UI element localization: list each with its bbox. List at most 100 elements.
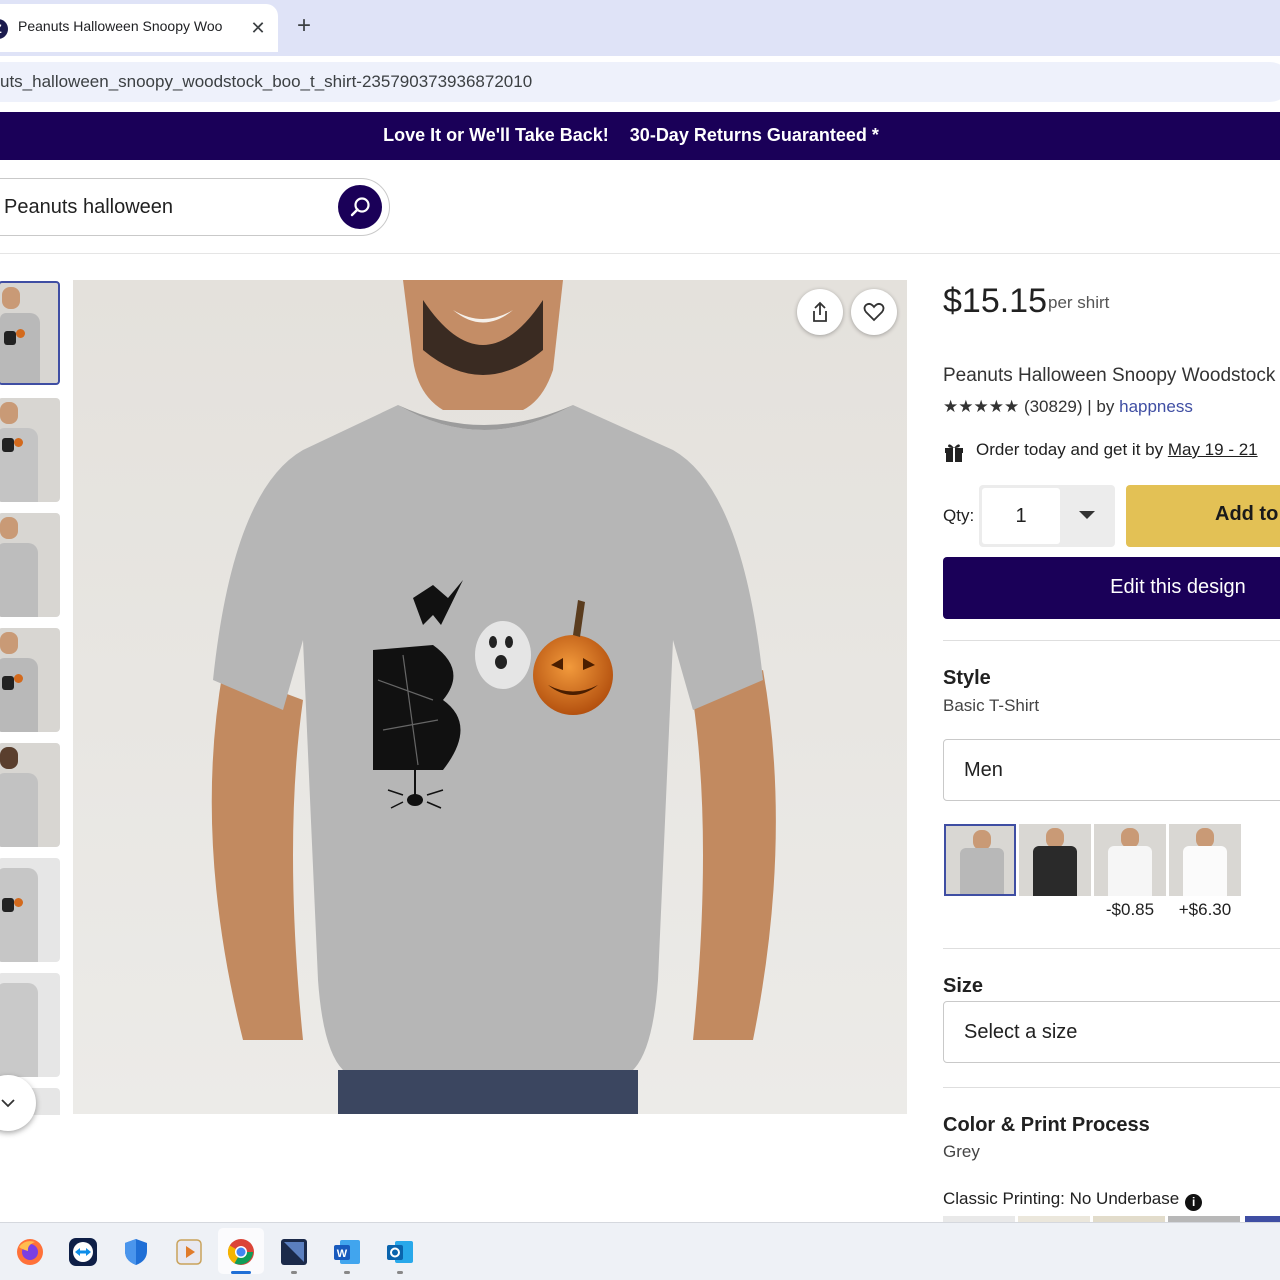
- delivery-date[interactable]: May 19 - 21: [1168, 440, 1258, 459]
- close-tab-icon[interactable]: ✕: [246, 16, 270, 40]
- thumbnail-couple[interactable]: [0, 398, 60, 502]
- thumb-print: [2, 438, 14, 452]
- quantity-select[interactable]: 1: [979, 485, 1115, 547]
- teamviewer-icon[interactable]: [68, 1237, 98, 1267]
- thumbnail-flat-front[interactable]: [0, 858, 60, 962]
- seller-link[interactable]: happness: [1119, 397, 1193, 416]
- thumb-shirt: [0, 658, 38, 732]
- thumbnail-front-2[interactable]: [0, 628, 60, 732]
- search-query: Peanuts halloween: [4, 196, 174, 218]
- swatch-model-head: [1196, 828, 1214, 848]
- rating-stars[interactable]: ★★★★★: [943, 397, 1019, 416]
- thumb-head: [0, 402, 18, 424]
- new-tab-button[interactable]: +: [290, 12, 318, 40]
- divider: [943, 948, 1280, 949]
- delivery-prefix: Order today and get it by: [976, 440, 1164, 459]
- search-button[interactable]: [338, 185, 382, 229]
- word-icon[interactable]: W: [332, 1237, 362, 1267]
- swatch-price: -$0.85: [1105, 900, 1155, 919]
- browser-tabstrip: Z Peanuts Halloween Snoopy Woodstock Boo…: [0, 0, 1280, 56]
- style-swatch-black[interactable]: [1019, 824, 1091, 896]
- add-to-cart-label: Add to Cart: [1215, 503, 1280, 525]
- browser-tab[interactable]: Z Peanuts Halloween Snoopy Woodstock Boo…: [0, 4, 278, 52]
- add-to-cart-button[interactable]: Add to Cart: [1126, 485, 1280, 547]
- price-unit: per shirt: [1048, 293, 1110, 312]
- chrome-running-indicator: [231, 1271, 251, 1274]
- edit-design-button[interactable]: Edit this design: [943, 557, 1280, 619]
- style-swatch-white-value[interactable]: [1094, 824, 1166, 896]
- product-main-image[interactable]: [73, 280, 907, 1114]
- thumb-shirt: [0, 773, 38, 847]
- thumb-head: [0, 632, 18, 654]
- app-running-indicator: [291, 1271, 297, 1274]
- thumb-shirt: [0, 983, 38, 1077]
- product-title: Peanuts Halloween Snoopy Woodstock: [943, 365, 1276, 386]
- app-triangle-icon[interactable]: [279, 1237, 309, 1267]
- promo-left: Love It or We'll Take Back!: [383, 125, 609, 145]
- word-running-indicator: [344, 1271, 350, 1274]
- heart-icon: [863, 302, 885, 322]
- thumb-pumpkin: [14, 438, 23, 447]
- swatch-shirt: [960, 848, 1004, 894]
- thumbnail-front[interactable]: [0, 281, 60, 385]
- swatch-model-head: [973, 830, 991, 850]
- chevron-down-icon: [1, 1099, 15, 1108]
- outlook-icon[interactable]: [385, 1237, 415, 1267]
- fit-value: Men: [964, 759, 1003, 781]
- style-swatch-white-premium[interactable]: [1169, 824, 1241, 896]
- edit-design-label: Edit this design: [1110, 576, 1246, 598]
- divider: [943, 1087, 1280, 1088]
- thumbnail-side[interactable]: [0, 513, 60, 617]
- info-icon[interactable]: i: [1185, 1194, 1203, 1211]
- color-value: Grey: [943, 1142, 980, 1161]
- url-text: uts_halloween_snoopy_woodstock_boo_t_shi…: [0, 72, 533, 91]
- thumb-print: [2, 676, 14, 690]
- review-count[interactable]: (30829): [1024, 397, 1083, 416]
- fit-select[interactable]: Men: [943, 739, 1280, 801]
- product-photo: [73, 280, 907, 1114]
- thumbnail-flat-back[interactable]: [0, 973, 60, 1077]
- windows-taskbar: W: [0, 1222, 1280, 1280]
- tab-title: Peanuts Halloween Snoopy Woodstock Boo T…: [18, 18, 223, 34]
- print-process-label: Classic Printing: No Underbase: [943, 1189, 1180, 1208]
- zazzle-z-icon: Z: [0, 19, 8, 39]
- by-label: | by: [1087, 397, 1115, 416]
- thumb-pumpkin: [14, 674, 23, 683]
- swatch-model-head: [1046, 828, 1064, 848]
- outlook-running-indicator: [397, 1271, 403, 1274]
- divider: [943, 640, 1280, 641]
- media-player-icon[interactable]: [174, 1237, 204, 1267]
- address-bar: uts_halloween_snoopy_woodstock_boo_t_shi…: [0, 56, 1280, 108]
- thumb-shirt: [0, 868, 38, 962]
- firefox-icon[interactable]: [15, 1237, 45, 1267]
- quantity-value[interactable]: 1: [982, 488, 1060, 544]
- url-field[interactable]: uts_halloween_snoopy_woodstock_boo_t_shi…: [0, 62, 1280, 102]
- promo-banner[interactable]: Love It or We'll Take Back! 30-Day Retur…: [0, 112, 1280, 160]
- thumb-pumpkin: [14, 898, 23, 907]
- caret-down-icon[interactable]: [1079, 511, 1095, 519]
- promo-right: 30-Day Returns Guaranteed *: [629, 125, 879, 145]
- thumb-pumpkin: [16, 329, 25, 338]
- qty-label: Qty:: [943, 506, 975, 525]
- thumbnail-back[interactable]: [0, 743, 60, 847]
- thumb-head: [0, 747, 18, 769]
- thumb-head: [2, 287, 20, 309]
- thumb-shirt: [0, 543, 38, 617]
- swatch-price: +$6.30: [1178, 900, 1232, 919]
- header-divider: [0, 253, 1280, 254]
- size-select[interactable]: Select a size: [943, 1001, 1280, 1063]
- defender-shield-icon[interactable]: [121, 1237, 151, 1267]
- style-title: Style: [943, 667, 991, 689]
- thumb-shirt: [0, 313, 40, 383]
- product-rating: ★★★★★ (30829) | by happness: [943, 397, 1193, 417]
- color-title: Color & Print Process: [943, 1114, 1150, 1136]
- search-input[interactable]: Peanuts halloween: [0, 178, 390, 236]
- share-icon: [813, 301, 827, 322]
- swatch-shirt: [1033, 846, 1077, 896]
- svg-text:W: W: [337, 1248, 348, 1260]
- share-button[interactable]: [797, 289, 843, 335]
- style-swatch-grey[interactable]: [944, 824, 1016, 896]
- swatch-shirt: [1183, 846, 1227, 896]
- chrome-icon[interactable]: [226, 1237, 256, 1267]
- favorite-button[interactable]: [851, 289, 897, 335]
